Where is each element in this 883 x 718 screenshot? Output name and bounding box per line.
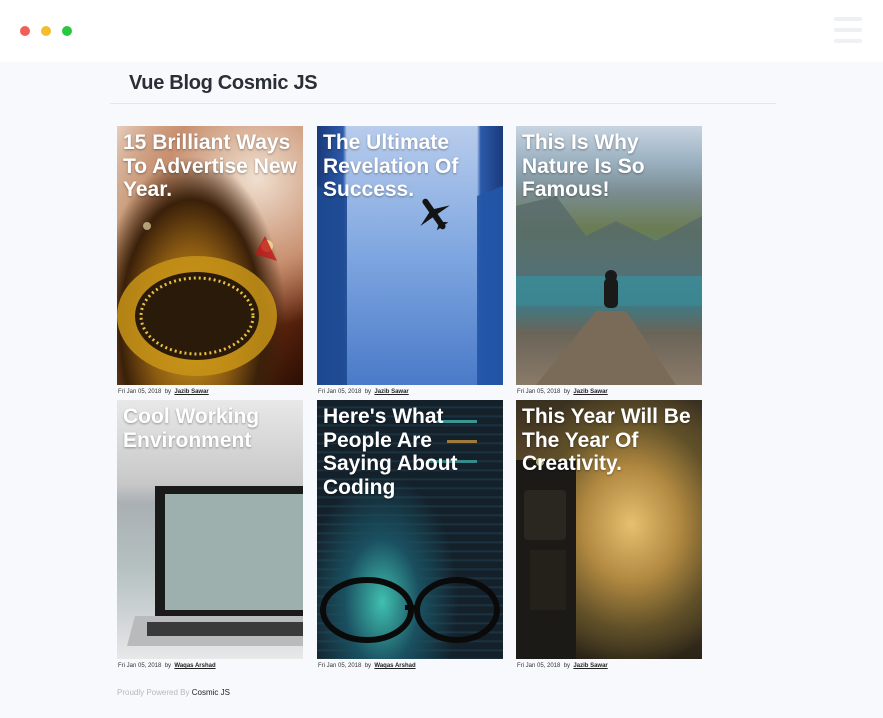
- post-by-label: by: [164, 663, 172, 669]
- site-footer: Proudly Powered By Cosmic JS: [117, 688, 230, 697]
- post-author-link[interactable]: Jazib Sawar: [573, 663, 607, 669]
- post-by-label: by: [364, 389, 372, 395]
- post-meta: Fri Jan 05, 2018 by Jazib Sawar: [516, 659, 702, 673]
- post-card[interactable]: This Is Why Nature Is So Famous! Fri Jan…: [516, 126, 702, 399]
- post-date: Fri Jan 05, 2018: [517, 389, 561, 395]
- post-thumbnail[interactable]: The Ultimate Revelation Of Success.: [317, 126, 503, 385]
- site-header: Vue Blog Cosmic JS: [110, 62, 776, 104]
- post-meta: Fri Jan 05, 2018 by Jazib Sawar: [117, 385, 303, 399]
- post-date: Fri Jan 05, 2018: [318, 663, 362, 669]
- post-date: Fri Jan 05, 2018: [318, 389, 362, 395]
- minimize-window-button[interactable]: [41, 26, 51, 36]
- close-window-button[interactable]: [20, 26, 30, 36]
- post-author-link[interactable]: Jazib Sawar: [374, 389, 408, 395]
- post-thumbnail[interactable]: This Year Will Be The Year Of Creativity…: [516, 400, 702, 659]
- site-title[interactable]: Vue Blog Cosmic JS: [129, 72, 318, 95]
- post-card[interactable]: The Ultimate Revelation Of Success. Fri …: [317, 126, 503, 399]
- post-by-label: by: [164, 389, 172, 395]
- post-author-link[interactable]: Jazib Sawar: [573, 389, 607, 395]
- post-thumbnail[interactable]: Cool Working Environment: [117, 400, 303, 659]
- post-by-label: by: [364, 663, 372, 669]
- post-title[interactable]: 15 Brilliant Ways To Advertise New Year.: [123, 131, 297, 202]
- post-title[interactable]: This Year Will Be The Year Of Creativity…: [522, 405, 696, 476]
- post-date: Fri Jan 05, 2018: [118, 389, 162, 395]
- post-meta: Fri Jan 05, 2018 by Waqas Arshad: [317, 659, 503, 673]
- footer-text: Proudly Powered By: [117, 688, 190, 697]
- post-title[interactable]: Cool Working Environment: [123, 405, 297, 452]
- post-author-link[interactable]: Waqas Arshad: [174, 663, 215, 669]
- post-meta: Fri Jan 05, 2018 by Waqas Arshad: [117, 659, 303, 673]
- post-author-link[interactable]: Jazib Sawar: [174, 389, 208, 395]
- hamburger-menu-icon[interactable]: [834, 17, 862, 45]
- post-title[interactable]: Here's What People Are Saying About Codi…: [323, 405, 497, 499]
- post-thumbnail[interactable]: 15 Brilliant Ways To Advertise New Year.: [117, 126, 303, 385]
- post-author-link[interactable]: Waqas Arshad: [374, 663, 415, 669]
- post-thumbnail[interactable]: This Is Why Nature Is So Famous!: [516, 126, 702, 385]
- maximize-window-button[interactable]: [62, 26, 72, 36]
- footer-link[interactable]: Cosmic JS: [192, 688, 230, 697]
- post-date: Fri Jan 05, 2018: [517, 663, 561, 669]
- post-card[interactable]: 15 Brilliant Ways To Advertise New Year.…: [117, 126, 303, 399]
- post-by-label: by: [563, 663, 571, 669]
- post-thumbnail[interactable]: Here's What People Are Saying About Codi…: [317, 400, 503, 659]
- post-card[interactable]: Cool Working Environment Fri Jan 05, 201…: [117, 400, 303, 673]
- post-date: Fri Jan 05, 2018: [118, 663, 162, 669]
- post-meta: Fri Jan 05, 2018 by Jazib Sawar: [317, 385, 503, 399]
- post-by-label: by: [563, 389, 571, 395]
- post-card[interactable]: This Year Will Be The Year Of Creativity…: [516, 400, 702, 673]
- post-title[interactable]: This Is Why Nature Is So Famous!: [522, 131, 696, 202]
- post-meta: Fri Jan 05, 2018 by Jazib Sawar: [516, 385, 702, 399]
- post-card[interactable]: Here's What People Are Saying About Codi…: [317, 400, 503, 673]
- window-titlebar: [0, 0, 883, 62]
- post-title[interactable]: The Ultimate Revelation Of Success.: [323, 131, 497, 202]
